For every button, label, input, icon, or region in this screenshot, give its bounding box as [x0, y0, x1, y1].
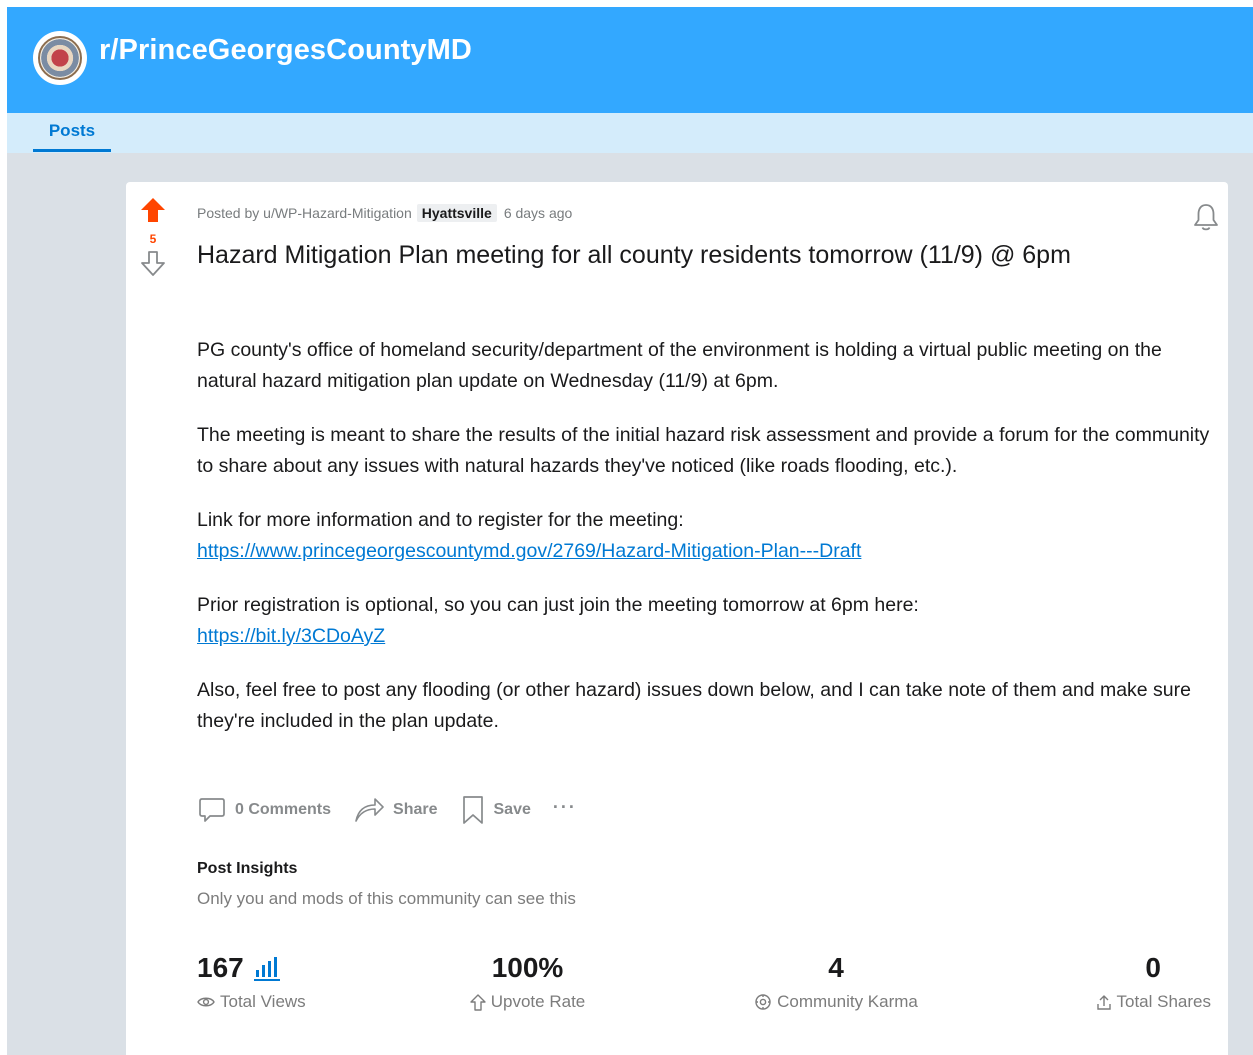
bar-chart-icon[interactable]	[253, 955, 282, 981]
save-button[interactable]: Save	[460, 794, 531, 826]
body-paragraph-text: Link for more information and to registe…	[197, 509, 684, 531]
app-frame: r/PrinceGeorgesCountyMD Posts 5 Posted b…	[7, 7, 1253, 1055]
more-options-icon[interactable]: ···	[553, 797, 577, 818]
active-tab-indicator	[33, 149, 111, 152]
post-author[interactable]: Posted by u/WP-Hazard-Mitigation	[197, 205, 412, 221]
stat-upvote-rate: 100% Upvote Rate	[460, 952, 595, 1012]
tab-bar: Posts	[7, 113, 1253, 153]
vote-column: 5	[136, 196, 170, 278]
comment-icon	[199, 798, 225, 822]
insights-subtitle: Only you and mods of this community can …	[197, 889, 576, 908]
comments-label: 0 Comments	[235, 801, 332, 818]
body-paragraph: Prior registration is optional, so you c…	[197, 590, 1217, 652]
views-label: Total Views	[220, 992, 306, 1011]
post-age[interactable]: 6 days ago	[504, 205, 573, 221]
body-paragraph: The meeting is meant to share the result…	[197, 420, 1217, 482]
body-paragraph-text: The meeting is meant to share the result…	[197, 424, 1210, 477]
share-upload-icon	[1096, 994, 1111, 1010]
downvote-icon[interactable]	[140, 250, 166, 278]
vote-score: 5	[149, 232, 157, 246]
bell-icon[interactable]	[1192, 202, 1220, 232]
shares-value: 0	[1145, 952, 1161, 983]
tab-posts[interactable]: Posts	[33, 113, 111, 153]
share-button[interactable]: Share	[353, 795, 438, 825]
body-paragraph: PG county's office of homeland security/…	[197, 339, 1162, 392]
body-paragraph: Link for more information and to registe…	[197, 505, 1217, 567]
karma-value: 4	[828, 952, 844, 983]
karma-label: Community Karma	[777, 992, 918, 1011]
post-card: 5 Posted by u/WP-Hazard-Mitigation Hyatt…	[126, 182, 1228, 1055]
stat-total-views: 167 Total Views	[197, 952, 306, 1012]
comments-button[interactable]: 0 Comments	[197, 795, 331, 825]
upvote-icon[interactable]	[139, 196, 167, 224]
post-body: PG county's office of homeland security/…	[197, 335, 1217, 760]
subreddit-banner: r/PrinceGeorgesCountyMD	[7, 7, 1253, 113]
post-title[interactable]: Hazard Mitigation Plan meeting for all c…	[197, 238, 1217, 273]
stat-community-karma: 4 Community Karma	[736, 952, 936, 1012]
save-label: Save	[493, 801, 531, 818]
shares-label: Total Shares	[1116, 992, 1212, 1011]
bookmark-icon	[462, 796, 483, 824]
upvote-rate-label: Upvote Rate	[490, 992, 586, 1011]
share-arrow-icon	[355, 798, 384, 822]
insights-title: Post Insights	[197, 860, 298, 877]
post-flair[interactable]: Hyattsville	[416, 204, 497, 222]
stat-total-shares: 0 Total Shares	[1061, 952, 1211, 1012]
share-label: Share	[393, 801, 438, 818]
county-plan-link[interactable]: https://www.princegeorgescountymd.gov/27…	[197, 540, 861, 562]
upvote-rate-value: 100%	[491, 952, 564, 983]
karma-icon	[755, 994, 771, 1010]
meeting-link[interactable]: https://bit.ly/3CDoAyZ	[197, 625, 385, 647]
body-paragraph-text: Prior registration is optional, so you c…	[197, 594, 919, 616]
post-meta: Posted by u/WP-Hazard-Mitigation Hyattsv…	[197, 204, 572, 222]
county-seal-icon[interactable]	[33, 31, 87, 85]
views-value: 167	[197, 952, 244, 983]
subreddit-name[interactable]: r/PrinceGeorgesCountyMD	[99, 34, 472, 67]
upvote-outline-icon	[470, 993, 486, 1011]
eye-icon	[197, 997, 215, 1007]
post-actions: 0 Comments Share Save ···	[197, 794, 577, 826]
body-paragraph: Also, feel free to post any flooding (or…	[197, 679, 1191, 732]
